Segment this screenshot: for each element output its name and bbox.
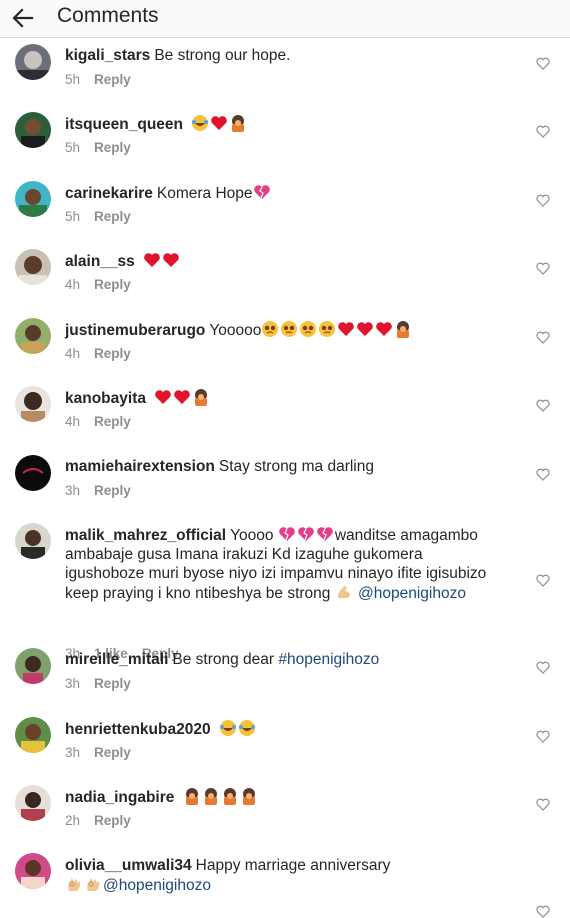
comment-time: 3h	[65, 483, 81, 498]
broken-heart-emoji-icon	[279, 527, 295, 541]
heart-outline-icon[interactable]	[536, 57, 550, 70]
crying-emoji-icon	[262, 321, 279, 337]
mention-link[interactable]: @hopenigihozo	[103, 877, 211, 894]
comment-username[interactable]: kanobayita	[65, 390, 146, 407]
crying-emoji-icon	[319, 321, 336, 337]
laugh-cry-emoji-icon	[192, 115, 209, 131]
heart-outline-icon[interactable]	[536, 468, 550, 481]
comment-text: Yooooo	[209, 322, 262, 339]
broken-heart-emoji-icon	[317, 527, 333, 541]
facepalm-emoji-icon	[185, 788, 198, 805]
comment-username[interactable]: henriettenkuba2020	[65, 721, 211, 738]
comment-time: 2h	[65, 813, 81, 828]
comment-username[interactable]: itsqueen_queen	[65, 116, 183, 133]
comment-text: Komera Hope	[156, 185, 253, 202]
comment-time: 3h	[65, 745, 81, 760]
crying-emoji-icon	[281, 321, 298, 337]
laugh-cry-emoji-icon	[238, 720, 255, 736]
heart-emoji-icon	[155, 390, 172, 404]
mention-link[interactable]: @hopenigihozo	[358, 585, 466, 602]
facepalm-emoji-icon	[204, 788, 217, 805]
reply-button[interactable]: Reply	[94, 140, 131, 155]
heart-emoji-icon	[338, 322, 355, 336]
comment-username[interactable]: malik_mahrez_official	[65, 527, 226, 544]
page-title: Comments	[57, 4, 159, 27]
reply-button[interactable]: Reply	[94, 209, 131, 224]
reply-button[interactable]: Reply	[94, 277, 131, 292]
avatar[interactable]	[15, 523, 51, 559]
avatar[interactable]	[15, 386, 51, 422]
comment-username[interactable]: mamiehairextension	[65, 458, 215, 475]
reply-button[interactable]: Reply	[94, 676, 131, 691]
comment-time: 4h	[65, 277, 81, 292]
avatar[interactable]	[15, 717, 51, 753]
avatar[interactable]	[15, 785, 51, 821]
comment-text: Be strong dear	[172, 651, 279, 668]
comment-time: 5h	[65, 140, 81, 155]
crying-emoji-icon	[300, 321, 317, 337]
comment-username[interactable]: mireille_mitali	[65, 651, 168, 668]
comment-time: 4h	[65, 414, 81, 429]
arrow-left-icon[interactable]	[10, 5, 36, 31]
comment-text: Stay strong ma darling	[218, 458, 374, 475]
comment-text: Yoooo	[230, 527, 278, 544]
heart-outline-icon[interactable]	[536, 194, 550, 207]
avatar[interactable]	[15, 455, 51, 491]
heart-outline-icon[interactable]	[536, 262, 550, 275]
comment-username[interactable]: carinekarire	[65, 185, 153, 202]
broken-heart-emoji-icon	[253, 185, 270, 199]
comment-username[interactable]: kigali_stars	[65, 47, 150, 64]
ok-hand-emoji-icon	[87, 878, 100, 891]
heart-emoji-icon	[163, 253, 179, 267]
laugh-cry-emoji-icon	[219, 720, 236, 736]
avatar[interactable]	[15, 249, 51, 285]
comment-text: Happy marriage anniversary	[195, 857, 391, 874]
heart-outline-icon[interactable]	[536, 331, 550, 344]
reply-button[interactable]: Reply	[94, 813, 131, 828]
heart-emoji-icon	[211, 116, 228, 130]
heart-outline-icon[interactable]	[536, 905, 550, 918]
reply-button[interactable]: Reply	[94, 72, 131, 87]
heart-outline-icon[interactable]	[536, 125, 550, 138]
comment-text: Be strong our hope.	[154, 47, 291, 64]
heart-emoji-icon	[376, 322, 393, 336]
comment-time: 5h	[65, 72, 81, 87]
heart-outline-icon[interactable]	[536, 798, 550, 811]
avatar[interactable]	[15, 181, 51, 217]
facepalm-emoji-icon	[223, 788, 236, 805]
hashtag-link[interactable]: #hopenigihozo	[278, 651, 379, 668]
ok-hand-emoji-icon	[68, 878, 81, 891]
broken-heart-emoji-icon	[298, 527, 314, 541]
flexed-biceps-emoji-icon	[337, 586, 350, 599]
heart-emoji-icon	[174, 390, 191, 404]
comment-username[interactable]: alain__ss	[65, 253, 135, 270]
comment-username[interactable]: justinemuberarugo	[65, 322, 205, 339]
comment-time: 4h	[65, 346, 81, 361]
heart-emoji-icon	[144, 253, 160, 267]
avatar[interactable]	[15, 318, 51, 354]
avatar[interactable]	[15, 853, 51, 889]
facepalm-emoji-icon	[232, 115, 245, 132]
avatar[interactable]	[15, 648, 51, 684]
facepalm-emoji-icon	[397, 321, 410, 338]
avatar[interactable]	[15, 112, 51, 148]
avatar[interactable]	[15, 44, 51, 80]
reply-button[interactable]: Reply	[94, 483, 131, 498]
comment-time: 3h	[65, 676, 81, 691]
heart-outline-icon[interactable]	[536, 730, 550, 743]
heart-outline-icon[interactable]	[536, 399, 550, 412]
comment-username[interactable]: nadia_ingabire	[65, 789, 174, 806]
reply-button[interactable]: Reply	[94, 414, 131, 429]
comment-username[interactable]: olivia__umwali34	[65, 857, 192, 874]
facepalm-emoji-icon	[195, 389, 208, 406]
reply-button[interactable]: Reply	[94, 346, 131, 361]
comment-time: 5h	[65, 209, 81, 224]
heart-emoji-icon	[357, 322, 374, 336]
top-bar: Comments	[0, 0, 570, 38]
reply-button[interactable]: Reply	[94, 745, 131, 760]
facepalm-emoji-icon	[242, 788, 255, 805]
heart-outline-icon[interactable]	[536, 661, 550, 674]
heart-outline-icon[interactable]	[536, 574, 550, 587]
